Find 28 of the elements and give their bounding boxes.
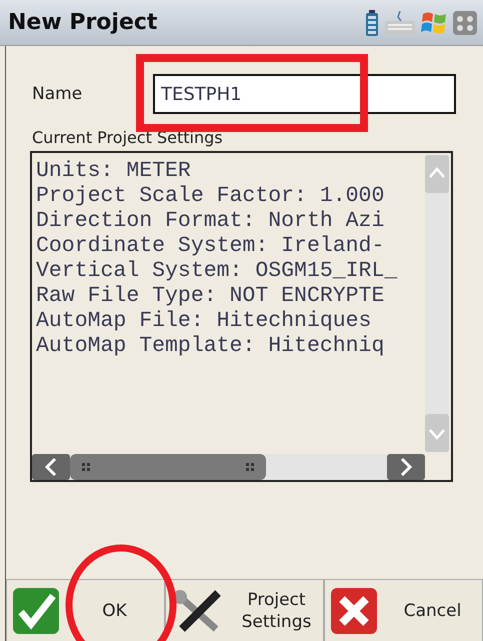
scroll-thumb[interactable]: [70, 454, 266, 480]
settings-line: Raw File Type: NOT ENCRYPTE: [36, 284, 386, 309]
toolbar-button[interactable]: Cancel: [324, 579, 483, 641]
scroll-left-icon[interactable]: [32, 454, 70, 480]
battery-icon[interactable]: [365, 10, 379, 36]
toolbar-button[interactable]: OK: [6, 579, 165, 641]
window-title: New Project: [8, 10, 158, 35]
settings-line: AutoMap Template: Hitechniq: [36, 334, 386, 359]
checkmark-icon: [13, 588, 59, 634]
settings-line: Coordinate System: Ireland-: [36, 234, 386, 259]
scroll-right-icon[interactable]: [387, 454, 425, 480]
name-label: Name: [31, 84, 84, 104]
grid-icon[interactable]: [453, 10, 477, 34]
toolbar-button[interactable]: Project Settings: [165, 579, 324, 641]
wrench-screwdriver-icon: [172, 588, 224, 632]
settings-line: Vertical System: OSGM15_IRL_: [36, 259, 398, 284]
horizontal-scrollbar[interactable]: [32, 454, 425, 480]
settings-line: Project Scale Factor: 1.000: [36, 184, 386, 209]
name-field[interactable]: TESTPH1: [153, 74, 456, 114]
settings-line: AutoMap File: Hitechniques: [36, 309, 372, 334]
cross-icon: [331, 588, 377, 634]
settings-line: Units: METER: [36, 159, 192, 184]
keyboard-icon[interactable]: [385, 10, 415, 34]
vertical-scrollbar[interactable]: [425, 155, 449, 452]
settings-heading: Current Project Settings: [32, 128, 224, 147]
windows-logo-icon[interactable]: [421, 10, 447, 34]
scroll-up-icon[interactable]: [425, 155, 449, 193]
settings-line: Direction Format: North Azi: [36, 209, 386, 234]
